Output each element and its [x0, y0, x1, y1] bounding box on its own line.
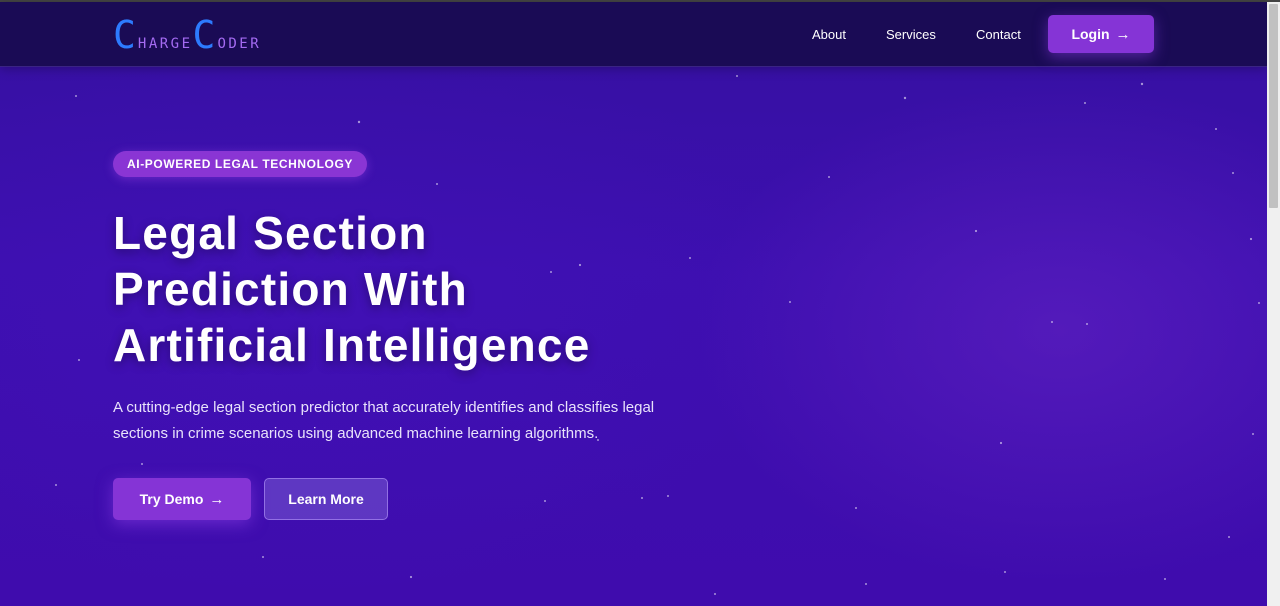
learn-more-button[interactable]: Learn More — [264, 478, 388, 520]
try-demo-button[interactable]: Try Demo → — [113, 478, 251, 520]
headline-line: Legal Section — [113, 207, 428, 259]
headline-line: Prediction With — [113, 263, 468, 315]
learn-more-label: Learn More — [288, 491, 364, 507]
top-navbar: C HARGE C ODER About Services Contact Lo… — [0, 2, 1267, 67]
arrow-right-icon: → — [209, 490, 225, 508]
page-scrollbar[interactable] — [1267, 2, 1280, 606]
logo-letter-c1: C — [113, 13, 138, 57]
nav-link-about[interactable]: About — [812, 27, 846, 42]
logo-text-oder: ODER — [217, 36, 262, 52]
hero-subtitle: A cutting-edge legal section predictor t… — [113, 399, 655, 442]
login-button[interactable]: Login → — [1048, 15, 1154, 53]
hero-headline: Legal Section Prediction With Artificial… — [113, 205, 591, 373]
landing-page: C HARGE C ODER About Services Contact Lo… — [0, 0, 1280, 606]
login-button-label: Login — [1071, 26, 1110, 42]
logo-text-harge: HARGE — [137, 36, 193, 52]
logo-letter-c2: C — [192, 13, 218, 57]
scrollbar-thumb[interactable] — [1269, 4, 1278, 208]
hero-badge: AI-POWERED LEGAL TECHNOLOGY — [113, 151, 367, 177]
brand-logo[interactable]: C HARGE C ODER — [113, 16, 261, 54]
nav-link-services[interactable]: Services — [886, 27, 936, 42]
arrow-right-icon: → — [1115, 25, 1131, 43]
headline-line: Artificial Intelligence — [113, 319, 591, 371]
try-demo-label: Try Demo — [139, 491, 204, 507]
nav-link-contact[interactable]: Contact — [976, 27, 1021, 42]
